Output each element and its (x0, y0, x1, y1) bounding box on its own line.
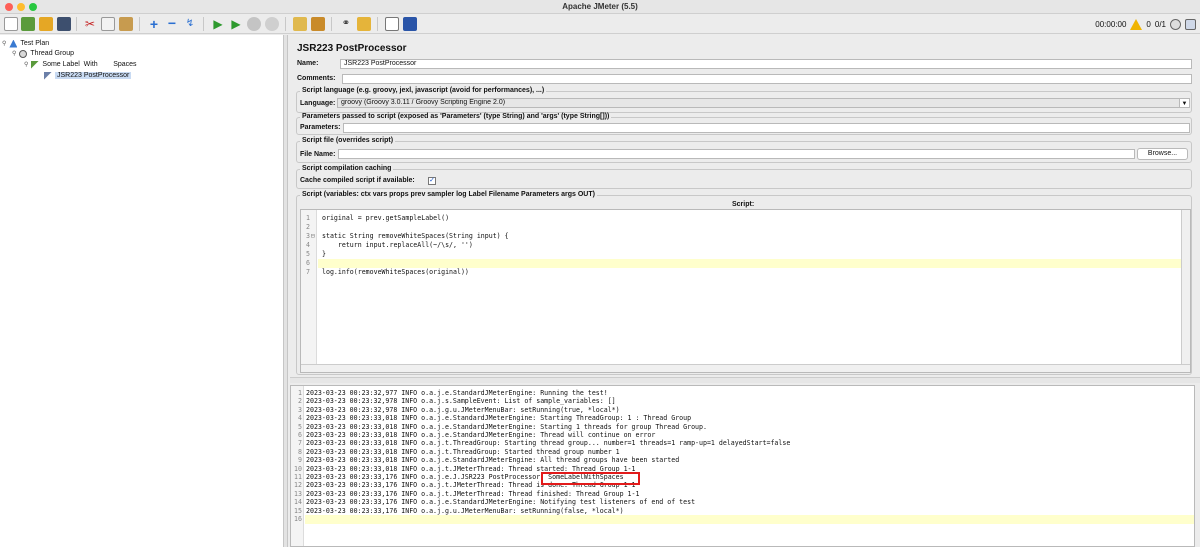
file-name-label: File Name: (300, 151, 336, 158)
language-selected-value: groovy (Groovy 3.0.11 / Groovy Scripting… (341, 99, 506, 106)
script-group-title: Script (variables: ctx vars props prev s… (300, 191, 597, 198)
main-toolbar: ✂ + − ↯ ▶ ▶ ⚭ 00:00:00 0 0/1 (0, 14, 1200, 34)
tree-expander-icon[interactable]: ⚲ (2, 40, 6, 47)
status-area: 00:00:00 0 0/1 (1095, 17, 1196, 31)
tree-node-label: Test Plan (20, 40, 50, 47)
thread-group-icon (19, 49, 28, 58)
script-code-line: log.info(removeWhiteSpaces(original)) (322, 268, 469, 276)
tree-node-label: JSR223 PostProcessor (55, 72, 132, 79)
browse-button[interactable]: Browse... (1137, 148, 1188, 160)
shutdown-icon[interactable] (265, 17, 279, 31)
tree-expander-icon[interactable]: ⚲ (12, 50, 16, 57)
script-line-number: 1 (306, 214, 310, 222)
script-language-group-title: Script language (e.g. groovy, jexl, java… (300, 87, 547, 94)
pane-splitter[interactable] (284, 35, 288, 547)
active-threads: 0/1 (1154, 19, 1166, 29)
script-editor[interactable]: 1 original = prev.getSampleLabel() 2 3 ⊟ stat… (300, 209, 1191, 373)
test-plan-tree: ⚲ Test Plan ⚲ Thread Group ⚲ Some Label … (0, 35, 284, 547)
cut-icon[interactable]: ✂ (83, 17, 97, 31)
toolbar-separator (76, 17, 77, 31)
script-line-number: 5 (306, 250, 310, 258)
script-line-number: 2 (306, 223, 310, 231)
jsr223-config-panel: JSR223 PostProcessor Name: JSR223 PostPr… (290, 35, 1200, 547)
log-viewer[interactable]: 1 2023-03-23 00:23:32,977 INFO o.a.j.e.St… (290, 385, 1195, 547)
tree-node-sampler[interactable]: ⚲ Some Label With Spaces (24, 59, 137, 70)
parameters-group-title: Parameters passed to script (exposed as … (300, 113, 612, 120)
parameters-label: Parameters: (300, 124, 341, 131)
sampler-icon (31, 60, 40, 69)
language-select[interactable]: groovy (Groovy 3.0.11 / Groovy Scripting… (337, 98, 1190, 108)
templates-icon[interactable] (21, 17, 35, 31)
name-field[interactable]: JSR223 PostProcessor (340, 59, 1192, 69)
script-file-group-title: Script file (overrides script) (300, 137, 396, 144)
remote-engines-icon[interactable] (1170, 18, 1181, 30)
tree-node-jsr223[interactable]: JSR223 PostProcessor (44, 70, 132, 81)
window-title-bar: Apache JMeter (5.5) (0, 0, 1200, 14)
help-icon[interactable] (403, 17, 417, 31)
log-splitter[interactable] (290, 377, 1200, 383)
save-icon[interactable] (57, 17, 71, 31)
function-helper-icon[interactable] (385, 17, 399, 31)
toolbar-separator (285, 17, 286, 31)
cache-checkbox[interactable]: ✓ (428, 177, 436, 185)
script-code-line: return input.replaceAll(~/\s/, '') (322, 241, 473, 249)
test-plan-icon (9, 39, 18, 48)
script-line-number: 6 (306, 259, 310, 267)
script-vertical-scrollbar[interactable] (1181, 210, 1190, 364)
postprocessor-icon (44, 71, 52, 80)
page-title: JSR223 PostProcessor (297, 43, 407, 54)
toolbar-separator (203, 17, 204, 31)
window-title: Apache JMeter (5.5) (562, 2, 638, 11)
language-label: Language: (300, 100, 336, 107)
lookandfeel-icon[interactable] (1185, 18, 1196, 30)
toolbar-separator (377, 17, 378, 31)
warning-icon[interactable] (1130, 18, 1143, 30)
elapsed-timer: 00:00:00 (1095, 19, 1127, 29)
collapse-icon[interactable]: − (165, 16, 179, 31)
script-code-line: original = prev.getSampleLabel() (322, 214, 450, 222)
start-no-pauses-icon[interactable]: ▶ (229, 17, 243, 31)
toolbar-separator (139, 17, 140, 31)
warning-count: 0 (1146, 19, 1151, 29)
highlight-box (541, 472, 640, 485)
current-line-highlight (318, 259, 1181, 268)
search-icon[interactable]: ⚭ (339, 17, 353, 31)
parameters-field[interactable] (343, 123, 1190, 133)
new-icon[interactable] (4, 17, 18, 31)
tree-node-label: Some Label With Spaces (42, 61, 137, 68)
script-code-line: static String removeWhiteSpaces(String i… (322, 232, 509, 240)
stop-icon[interactable] (247, 17, 261, 31)
tree-node-thread-group[interactable]: ⚲ Thread Group (12, 48, 74, 59)
current-line-highlight (305, 515, 1194, 524)
script-horizontal-scrollbar[interactable] (301, 364, 1190, 372)
comments-label: Comments: (297, 75, 336, 82)
script-line-number: 4 (306, 241, 310, 249)
script-line-number: 3 (306, 232, 310, 240)
cache-label: Cache compiled script if available: (300, 177, 415, 184)
log-line-number: 16 (294, 515, 302, 523)
copy-icon[interactable] (101, 17, 115, 31)
open-icon[interactable] (39, 17, 53, 31)
toolbar-separator (331, 17, 332, 31)
caching-group-title: Script compilation caching (300, 165, 394, 172)
start-icon[interactable]: ▶ (211, 17, 225, 31)
tree-node-label: Thread Group (30, 50, 74, 57)
file-name-field[interactable] (338, 149, 1135, 159)
reset-search-icon[interactable] (357, 17, 371, 31)
fold-marker-icon[interactable]: ⊟ (311, 232, 315, 241)
paste-icon[interactable] (119, 17, 133, 31)
script-code-line: } (322, 250, 326, 258)
comments-field[interactable] (342, 74, 1192, 84)
script-header: Script: (732, 201, 755, 208)
chevron-down-icon[interactable]: ▼ (1179, 99, 1189, 107)
clear-icon[interactable] (293, 17, 307, 31)
toggle-icon[interactable]: ↯ (183, 17, 197, 31)
tree-expander-icon[interactable]: ⚲ (24, 61, 28, 68)
script-line-number: 7 (306, 268, 310, 276)
expand-icon[interactable]: + (147, 17, 161, 31)
name-label: Name: (297, 60, 319, 67)
clear-all-icon[interactable] (311, 17, 325, 31)
